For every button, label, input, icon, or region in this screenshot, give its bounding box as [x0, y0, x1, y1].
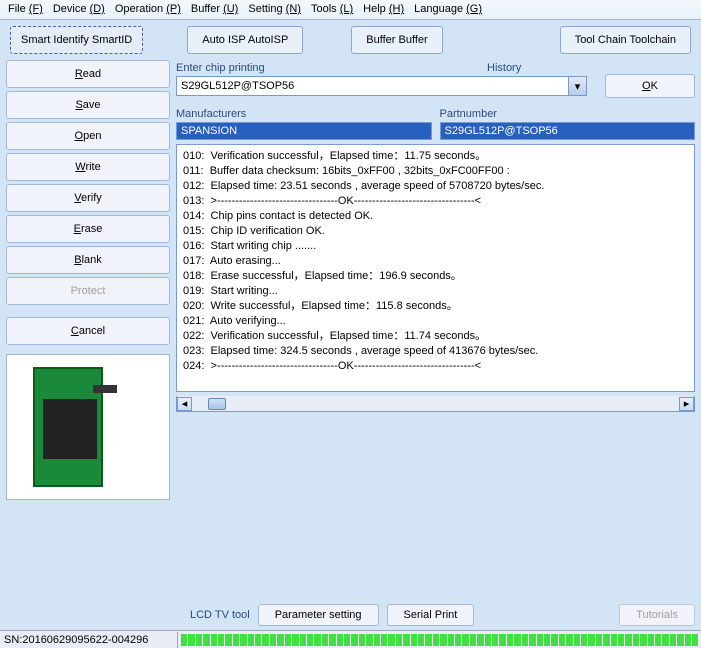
lcd-tv-tool-label: LCD TV tool	[190, 609, 250, 621]
scroll-right-icon[interactable]: ▸	[679, 397, 694, 411]
menu-device[interactable]: Device (D)	[49, 2, 109, 17]
menu-setting[interactable]: Setting (N)	[244, 2, 305, 17]
tutorials-button: Tutorials	[619, 604, 695, 626]
log-line: 024: >---------------------------------O…	[183, 359, 688, 374]
log-output[interactable]: 010: Verification successful，Elapsed tim…	[176, 144, 695, 392]
partnumber-header: Partnumber	[440, 106, 696, 122]
manufacturers-list[interactable]: SPANSION	[176, 122, 432, 140]
open-button[interactable]: Open	[6, 122, 170, 150]
auto-isp-button[interactable]: Auto ISP AutoISP	[187, 26, 303, 54]
buffer-button[interactable]: Buffer Buffer	[351, 26, 442, 54]
log-line: 013: >---------------------------------O…	[183, 194, 688, 209]
log-line: 016: Start writing chip .......	[183, 239, 688, 254]
ok-button[interactable]: OK	[605, 74, 695, 98]
enter-chip-label: Enter chip printing	[176, 62, 487, 74]
cancel-button[interactable]: Cancel	[6, 317, 170, 345]
log-line: 012: Elapsed time: 23.51 seconds , avera…	[183, 179, 688, 194]
menu-file[interactable]: File (F)	[4, 2, 47, 17]
protect-button: Protect	[6, 277, 170, 305]
log-line: 021: Auto verifying...	[183, 314, 688, 329]
chip-combo[interactable]: ▾	[176, 76, 587, 96]
toolchain-button[interactable]: Tool Chain Toolchain	[560, 26, 691, 54]
log-line: 017: Auto erasing...	[183, 254, 688, 269]
erase-button[interactable]: Erase	[6, 215, 170, 243]
log-line: 010: Verification successful，Elapsed tim…	[183, 149, 688, 164]
progress-bar	[180, 633, 699, 647]
serial-print-button[interactable]: Serial Print	[387, 604, 475, 626]
chip-dropdown-arrow[interactable]: ▾	[569, 76, 587, 96]
log-line: 018: Erase successful，Elapsed time：196.9…	[183, 269, 688, 284]
serial-number: SN:20160629095622-004296	[0, 632, 178, 648]
parameter-setting-button[interactable]: Parameter setting	[258, 604, 379, 626]
read-button[interactable]: Read	[6, 60, 170, 88]
menu-language[interactable]: Language (G)	[410, 2, 486, 17]
menu-bar: File (F) Device (D) Operation (P) Buffer…	[0, 0, 701, 20]
log-hscrollbar[interactable]: ◂ ▸	[176, 396, 695, 412]
manufacturer-item[interactable]: SPANSION	[177, 123, 431, 139]
history-label: History	[487, 62, 587, 74]
write-button[interactable]: Write	[6, 153, 170, 181]
top-button-row: Smart Identify SmartID Auto ISP AutoISP …	[0, 20, 701, 54]
smart-identify-button[interactable]: Smart Identify SmartID	[10, 26, 143, 54]
scroll-left-icon[interactable]: ◂	[177, 397, 192, 411]
scroll-thumb[interactable]	[208, 398, 226, 410]
log-line: 022: Verification successful，Elapsed tim…	[183, 329, 688, 344]
chip-input[interactable]	[176, 76, 569, 96]
log-line: 019: Start writing...	[183, 284, 688, 299]
partnumber-list[interactable]: S29GL512P@TSOP56	[440, 122, 696, 140]
menu-buffer[interactable]: Buffer (U)	[187, 2, 243, 17]
log-line: 014: Chip pins contact is detected OK.	[183, 209, 688, 224]
status-bar: SN:20160629095622-004296	[0, 630, 701, 648]
log-line: 020: Write successful，Elapsed time：115.8…	[183, 299, 688, 314]
blank-button[interactable]: Blank	[6, 246, 170, 274]
log-line: 015: Chip ID verification OK.	[183, 224, 688, 239]
log-line: 011: Buffer data checksum: 16bits_0xFF00…	[183, 164, 688, 179]
chip-preview-image	[6, 354, 170, 500]
bottom-toolbar: LCD TV tool Parameter setting Serial Pri…	[0, 604, 701, 630]
menu-help[interactable]: Help (H)	[359, 2, 408, 17]
partnumber-item[interactable]: S29GL512P@TSOP56	[441, 123, 695, 139]
manufacturers-header: Manufacturers	[176, 106, 432, 122]
save-button[interactable]: Save	[6, 91, 170, 119]
menu-tools[interactable]: Tools (L)	[307, 2, 357, 17]
log-line: 023: Elapsed time: 324.5 seconds , avera…	[183, 344, 688, 359]
sidebar: Read Save Open Write Verify Erase Blank …	[6, 60, 170, 598]
verify-button[interactable]: Verify	[6, 184, 170, 212]
menu-operation[interactable]: Operation (P)	[111, 2, 185, 17]
